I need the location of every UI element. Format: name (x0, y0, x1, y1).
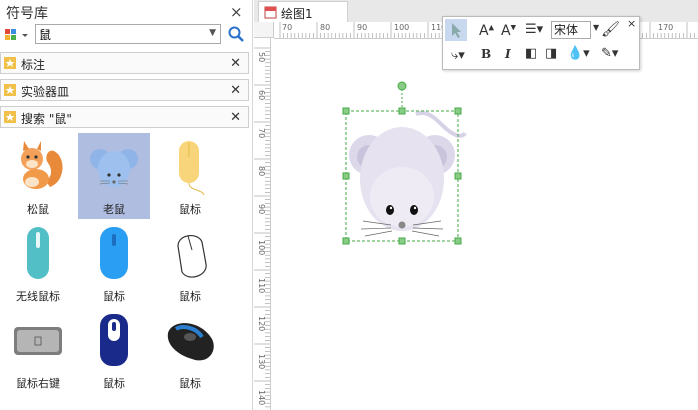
symbol-label: 松鼠 (27, 203, 49, 216)
connector-icon[interactable]: ⤷▾ (451, 48, 465, 63)
star-icon (4, 111, 16, 123)
symbol-wireless-mouse[interactable]: 无线鼠标 (2, 220, 74, 306)
category-menu-button[interactable] (4, 26, 32, 44)
selected-mouse-shape[interactable] (271, 39, 698, 410)
ruler-label: 100 (394, 23, 410, 32)
symbol-mouse-selected[interactable]: 老鼠 (78, 133, 150, 219)
ruler-label: 120 (257, 316, 266, 332)
group-close-button[interactable]: ✕ (230, 56, 241, 71)
symbol-label: 老鼠 (103, 203, 125, 216)
ruler-label: 130 (257, 354, 266, 370)
group-header-shiyanqimin[interactable]: 实验器皿 ✕ (0, 79, 249, 101)
select-tool-button[interactable] (445, 19, 467, 41)
group-header-biaozhu[interactable]: 标注 ✕ (0, 52, 249, 74)
group-close-button[interactable]: ✕ (230, 110, 241, 125)
ruler-label: 60 (257, 90, 266, 101)
computer-mouse-icon (100, 227, 128, 279)
group-close-button[interactable]: ✕ (230, 83, 241, 98)
ruler-label: 80 (320, 23, 331, 32)
symbol-mouse-right-key[interactable]: 鼠标右键 (2, 307, 74, 393)
ruler-label: 110 (257, 278, 266, 294)
symbol-gaming-mouse[interactable]: 鼠标 (154, 307, 226, 393)
panel-title: 符号库 (6, 6, 48, 22)
mouse-animal-icon (90, 149, 138, 187)
ruler-label: 90 (257, 204, 266, 215)
symbol-mouse-outline[interactable]: 鼠标 (154, 220, 226, 306)
italic-button[interactable]: I (505, 47, 511, 61)
ruler-label: 70 (257, 128, 266, 139)
fill-color-icon[interactable]: 💧▾ (567, 46, 590, 61)
ruler-label: 90 (357, 23, 368, 32)
symbol-label: 鼠标 (103, 377, 125, 390)
computer-mouse-icon (179, 141, 205, 196)
ruler-label: 70 (282, 23, 293, 32)
star-icon (4, 57, 16, 69)
computer-mouse-icon (177, 235, 207, 278)
toolbar-close-button[interactable]: × (627, 17, 636, 30)
group-label: 标注 (21, 58, 46, 72)
ruler-label: 100 (257, 240, 266, 256)
wireless-mouse-icon (27, 227, 49, 279)
drawing-canvas[interactable] (271, 39, 698, 410)
symbol-label: 无线鼠标 (16, 290, 60, 303)
symbol-label: 鼠标 (179, 290, 201, 303)
font-family-select[interactable]: 宋体 (551, 21, 591, 39)
ruler-label: 140 (257, 390, 266, 406)
symbol-computer-mouse-yellow[interactable]: 鼠标 (154, 133, 226, 219)
symbol-label: 鼠标 (103, 290, 125, 303)
format-painter-icon[interactable]: 🖌 (601, 20, 620, 38)
search-field[interactable]: ▼ (35, 24, 221, 44)
bold-button[interactable]: B (481, 47, 491, 61)
ruler-label: 170 (658, 23, 674, 32)
gaming-mouse-icon (167, 323, 214, 361)
symbol-label: 鼠标 (179, 203, 201, 216)
ruler-label: 80 (257, 166, 266, 177)
floating-format-toolbar: A▲ A▼ ☰▾ 宋体 ▼ 🖌 × ⤷▾ B I ◧ ◨ 💧▾ ✎▾ (442, 16, 640, 70)
group-label: 实验器皿 (21, 85, 70, 99)
bring-front-icon[interactable]: ◧ (525, 46, 537, 61)
panel-close-button[interactable]: × (230, 5, 243, 20)
symbol-mouse-navy[interactable]: 鼠标 (78, 307, 150, 393)
align-button[interactable]: ☰▾ (525, 22, 543, 37)
cursor-icon (452, 23, 461, 38)
increase-font-button[interactable]: A▲ (479, 23, 494, 39)
symbol-mouse-blue[interactable]: 鼠标 (78, 220, 150, 306)
symbol-library-panel: 符号库 × ▼ 标注 ✕ 实验器皿 ✕ 搜索 "鼠" ✕ (0, 0, 253, 410)
tab-drawing1[interactable]: 绘图1 (258, 1, 348, 22)
ruler-label: 50 (257, 52, 266, 63)
group-label: 搜索 "鼠" (21, 112, 72, 126)
computer-mouse-icon (100, 314, 128, 366)
line-color-icon[interactable]: ✎▾ (601, 46, 618, 61)
symbol-label: 鼠标右键 (16, 377, 60, 390)
vertical-ruler: 50 60 70 80 90 100 110 120 130 140 (254, 38, 271, 410)
star-icon (4, 84, 16, 96)
document-icon (264, 6, 277, 19)
tab-label: 绘图1 (281, 7, 313, 21)
decrease-font-button[interactable]: A▼ (501, 23, 516, 39)
keyboard-key-icon (14, 327, 62, 355)
ruler-corner (254, 22, 274, 38)
search-icon (228, 26, 244, 42)
send-back-icon[interactable]: ◨ (545, 46, 557, 61)
chevron-down-icon[interactable]: ▼ (209, 28, 216, 38)
grid-icon (5, 29, 28, 40)
search-input[interactable] (39, 26, 199, 42)
search-button[interactable] (228, 26, 244, 45)
chevron-down-icon[interactable]: ▼ (593, 23, 599, 32)
symbol-squirrel[interactable]: 松鼠 (2, 133, 74, 219)
symbol-label: 鼠标 (179, 377, 201, 390)
group-header-search[interactable]: 搜索 "鼠" ✕ (0, 106, 249, 128)
squirrel-icon (21, 141, 63, 189)
